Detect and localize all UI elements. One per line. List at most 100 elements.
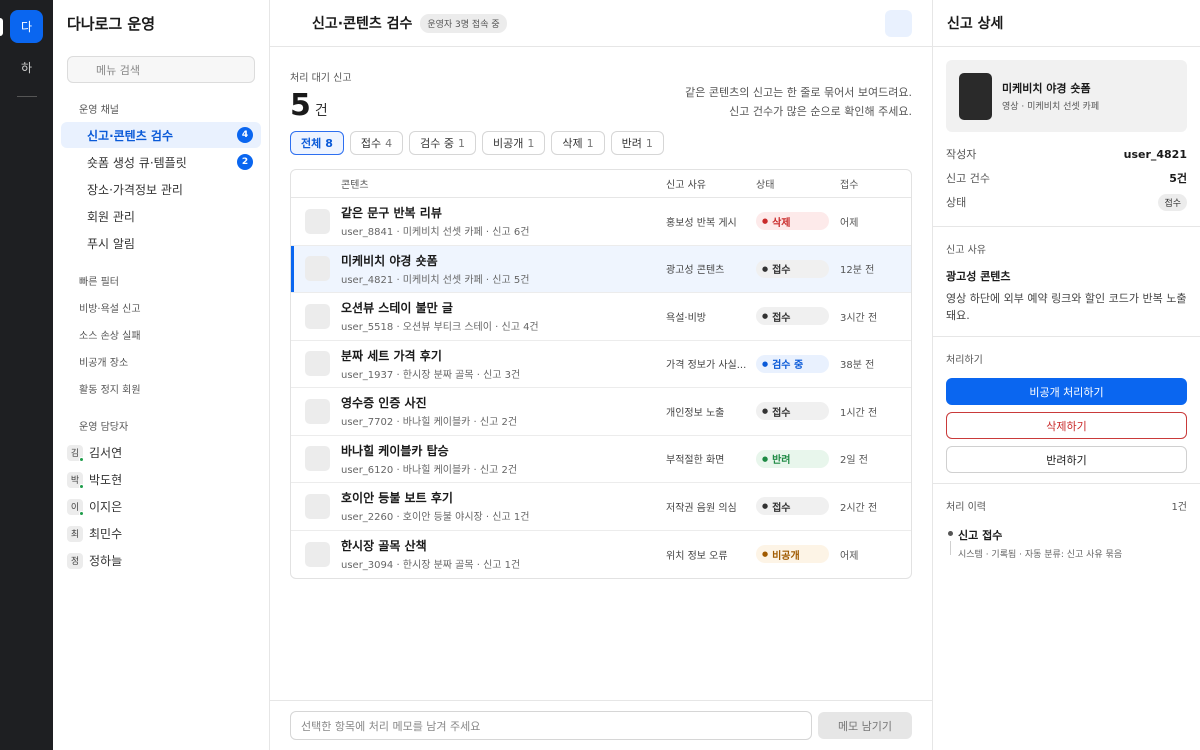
content-thumbnail (305, 446, 330, 472)
memo-submit-button[interactable]: 메모 남기기 (818, 712, 912, 739)
main-header: 신고·콘텐츠 검수 운영자 3명 접속 중 (270, 0, 932, 47)
table-row[interactable]: 분짜 세트 가격 후기 user_1937 · 한시장 분짜 골목 · 신고 3건… (291, 341, 911, 388)
status-badge: 접수 (756, 307, 829, 326)
sidebar-item-shortform-queue[interactable]: 숏폼 생성 큐·템플릿 2 (61, 149, 261, 175)
sidebar: 다나로그 운영 메뉴 검색 운영 채널 신고·콘텐츠 검수 4 숏폼 생성 큐·… (53, 0, 270, 750)
avatar: 최 (67, 525, 83, 542)
sidebar-item-label: 신고·콘텐츠 검수 (87, 128, 174, 143)
quick-filter-item[interactable]: 비방·욕설 신고 (61, 294, 261, 321)
history-item: 신고 접수 시스템 · 기록됨 · 자동 분류: 신고 사유 묶음 (946, 527, 1187, 560)
report-count-row: 신고 건수 5건 (946, 172, 1187, 185)
workspace-rail: 다 하 (0, 0, 53, 750)
filter-section-label: 빠른 필터 (79, 277, 119, 288)
tab-rejected[interactable]: 반려 1 (610, 131, 664, 155)
column-reason: 신고 사유 (666, 180, 706, 191)
status-badge: 반려 (756, 449, 829, 468)
quick-filter-item[interactable]: 비공개 장소 (61, 348, 261, 375)
queue-label: 처리 대기 신고 (290, 73, 352, 84)
staff-member[interactable]: 김 김서연 (61, 439, 261, 466)
content-thumbnail (305, 398, 330, 424)
page-title: 신고·콘텐츠 검수 (312, 16, 413, 32)
table-row[interactable]: 바나힐 케이블카 탑승 user_6120 · 바나힐 케이블카 · 신고 2건 … (291, 436, 911, 483)
status-badge: 비공개 (756, 545, 829, 564)
tab-all[interactable]: 전체 8 (290, 131, 344, 155)
staff-name: 이지은 (89, 500, 123, 514)
content-thumbnail (305, 256, 330, 282)
tab-deleted[interactable]: 삭제 1 (551, 131, 605, 155)
main-body: 처리 대기 신고 5 건 같은 콘텐츠의 신고는 한 줄로 묶어서 보여드려요.… (270, 47, 932, 700)
sidebar-item-label: 숏폼 생성 큐·템플릿 (87, 155, 187, 170)
avatar: 김 (67, 444, 84, 462)
report-detail-panel: 신고 상세 미케비치 야경 숏폼 영상 · 미케비치 선셋 카페 작성자 user… (933, 0, 1200, 750)
app-root: 다 하 다나로그 운영 메뉴 검색 운영 채널 신고·콘텐츠 검수 4 숏폼 생… (0, 0, 1200, 750)
sidebar-item-members[interactable]: 회원 관리 (61, 203, 261, 229)
tab-received[interactable]: 접수 4 (349, 131, 404, 155)
menu-search-input[interactable]: 메뉴 검색 (67, 56, 255, 83)
table-row[interactable]: 영수증 인증 사진 user_7702 · 바나힐 케이블카 · 신고 2건 개인… (291, 388, 911, 436)
tab-private[interactable]: 비공개 1 (482, 131, 546, 155)
table-row[interactable]: 오션뷰 스테이 불만 글 user_5518 · 오션뷰 부티크 스테이 · 신고… (291, 293, 911, 341)
workspace-button-secondary[interactable]: 하 (10, 51, 43, 84)
content-thumbnail (959, 72, 992, 120)
staff-member[interactable]: 정 정하늘 (61, 547, 261, 574)
delete-button[interactable]: 삭제하기 (946, 412, 1187, 439)
status-tabs: 전체 8 접수 4 검수 중1 비공개 1 삭제 1 반려 1 (290, 131, 912, 155)
status-badge: 삭제 (756, 212, 829, 231)
table-row[interactable]: 호이안 등불 보트 후기 user_2260 · 호이안 등불 야시장 · 신고 … (291, 483, 911, 531)
status-badge: 접수 (756, 402, 829, 421)
content-thumbnail (305, 541, 330, 567)
report-table: 콘텐츠 신고 사유 상태 접수 같은 문구 반복 리뷰 user_8841 · 미… (290, 169, 912, 579)
header-action-button[interactable] (885, 10, 912, 37)
status-badge: 검수 중 (756, 354, 829, 373)
sidebar-item-push[interactable]: 푸시 알림 (61, 230, 261, 256)
count-badge: 2 (237, 154, 253, 170)
reject-button[interactable]: 반려하기 (946, 446, 1187, 473)
detail-reason: 신고 사유 광고성 콘텐츠 영상 하단에 외부 예약 링크와 할인 코드가 반복… (933, 227, 1200, 337)
table-row[interactable]: 같은 문구 반복 리뷰 user_8841 · 미케비치 선셋 카페 · 신고 6… (291, 198, 911, 246)
content-thumbnail (305, 351, 330, 377)
quick-filter-item[interactable]: 소스 손상 실패 (61, 321, 261, 348)
pending-count-number: 5 (290, 88, 311, 123)
staff-member[interactable]: 박 박도현 (61, 466, 261, 493)
content-thumbnail (305, 208, 330, 234)
column-received: 접수 (840, 180, 859, 191)
memo-input[interactable]: 선택한 항목에 처리 메모를 남겨 주세요 (290, 711, 812, 740)
sidebar-item-label: 푸시 알림 (87, 236, 135, 251)
active-workspace-indicator (0, 18, 3, 36)
table-header: 콘텐츠 신고 사유 상태 접수 (291, 170, 911, 198)
channel-section-label: 운영 채널 (79, 105, 119, 116)
sidebar-item-place-price[interactable]: 장소·가격정보 관리 (61, 176, 261, 202)
staff-name: 김서연 (89, 446, 123, 460)
sidebar-item-content-review[interactable]: 신고·콘텐츠 검수 4 (61, 122, 261, 148)
sidebar-item-label: 회원 관리 (87, 209, 135, 224)
online-status-dot (79, 510, 84, 516)
author-row: 작성자 user_4821 (946, 147, 1187, 162)
rail-divider (16, 96, 37, 97)
status-badge: 접수 (1158, 193, 1187, 211)
staff-member[interactable]: 최 최민수 (61, 520, 261, 547)
status-badge: 접수 (756, 259, 829, 278)
pending-count-unit: 건 (314, 103, 328, 119)
staff-name: 최민수 (89, 527, 123, 541)
tab-reviewing[interactable]: 검수 중1 (409, 131, 477, 155)
table-row[interactable]: 한시장 골목 산책 user_3094 · 한시장 분짜 골목 · 신고 1건 위… (291, 531, 911, 579)
avatar: 정 (67, 552, 83, 569)
staff-member[interactable]: 이 이지은 (61, 493, 261, 520)
make-private-button[interactable]: 비공개 처리하기 (946, 378, 1187, 405)
sidebar-item-label: 장소·가격정보 관리 (87, 182, 183, 197)
staff-name: 정하늘 (89, 554, 123, 568)
grouping-hint: 같은 콘텐츠의 신고는 한 줄로 묶어서 보여드려요. 신고 건수가 많은 순으… (685, 86, 912, 118)
staff-name: 박도현 (89, 473, 123, 487)
count-badge: 4 (237, 127, 253, 143)
content-card[interactable]: 미케비치 야경 숏폼 영상 · 미케비치 선셋 카페 (946, 60, 1187, 132)
online-operators-badge: 운영자 3명 접속 중 (420, 13, 507, 33)
staff-section-label: 운영 담당자 (79, 422, 129, 433)
content-card-subtitle: 영상 · 미케비치 선셋 카페 (1002, 102, 1100, 112)
table-row-selected[interactable]: 미케비치 야경 숏폼 user_4821 · 미케비치 선셋 카페 · 신고 5건… (291, 245, 911, 293)
workspace-button-active[interactable]: 다 (10, 10, 43, 43)
avatar: 박 (67, 471, 84, 489)
column-status: 상태 (756, 180, 775, 191)
online-status-dot (79, 483, 84, 489)
quick-filter-item[interactable]: 활동 정지 회원 (61, 375, 261, 402)
content-card-title: 미케비치 야경 숏폼 (1002, 82, 1091, 95)
